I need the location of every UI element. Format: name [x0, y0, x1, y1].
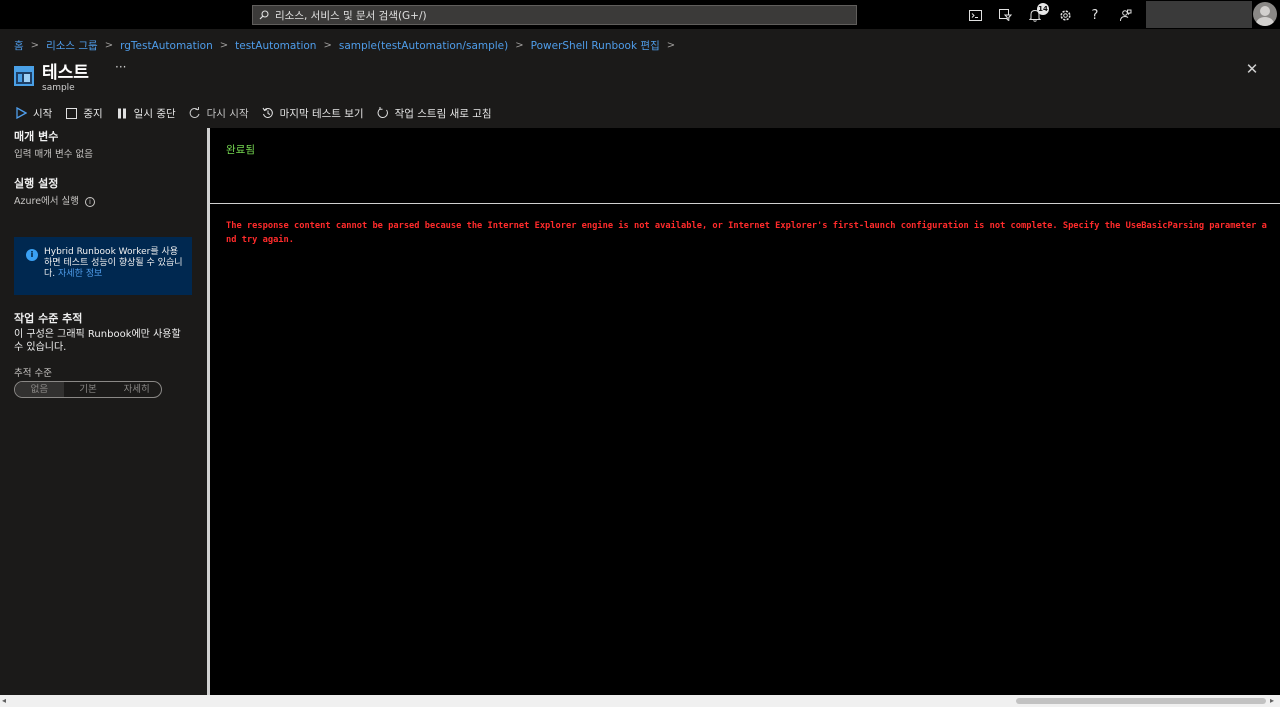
- trace-level-detailed[interactable]: 자세히: [112, 382, 161, 397]
- start-label: 시작: [33, 107, 53, 120]
- chevron-right-icon: >: [104, 40, 114, 51]
- redo-icon: [188, 106, 202, 120]
- directory-filter-icon[interactable]: [990, 5, 1020, 25]
- help-icon[interactable]: ?: [1080, 5, 1110, 25]
- trace-level-none[interactable]: 없음: [15, 382, 64, 397]
- global-search-input[interactable]: 리소스, 서비스 및 문서 검색(G+/): [252, 5, 857, 25]
- breadcrumb: 홈 > 리소스 그룹 > rgTestAutomation > testAutomat…: [14, 38, 682, 53]
- breadcrumb-automation-account[interactable]: testAutomation: [235, 40, 316, 52]
- scroll-right-icon[interactable]: ▸: [1270, 696, 1274, 705]
- history-icon: [261, 106, 275, 120]
- view-last-test-button[interactable]: 마지막 테스트 보기: [261, 106, 364, 121]
- view-last-test-label: 마지막 테스트 보기: [279, 107, 364, 120]
- hybrid-worker-info-banner: i Hybrid Runbook Worker를 사용하면 테스트 성능이 향상…: [14, 237, 192, 295]
- search-icon: [259, 10, 269, 20]
- chevron-right-icon: >: [323, 40, 332, 51]
- feedback-icon[interactable]: [1110, 5, 1140, 25]
- notifications-icon[interactable]: 14: [1020, 3, 1050, 25]
- toolbar: 시작 중지 일시 중단 다시 시작 마지막 테스트 보기 작업 스트림 새로 고…: [14, 105, 504, 121]
- trace-level-label: 추적 수준: [14, 368, 52, 379]
- resume-label: 다시 시작: [206, 107, 249, 120]
- page-title: 테스트: [42, 63, 89, 83]
- breadcrumb-resource-group[interactable]: rgTestAutomation: [120, 40, 213, 52]
- breadcrumb-runbook[interactable]: sample(testAutomation/sample): [339, 40, 508, 52]
- refresh-job-streams-label: 작업 스트림 새로 고침: [394, 107, 492, 120]
- trace-level-selector[interactable]: 없음 기본 자세히: [14, 381, 162, 398]
- parameters-heading: 매개 변수: [14, 130, 59, 143]
- settings-icon[interactable]: [1050, 5, 1080, 25]
- top-bar: 리소스, 서비스 및 문서 검색(G+/) 14 ?: [0, 0, 1280, 29]
- avatar[interactable]: [1253, 2, 1277, 26]
- breadcrumb-edit-runbook[interactable]: PowerShell Runbook 편집: [531, 38, 660, 53]
- cloud-shell-icon[interactable]: [960, 5, 990, 25]
- horizontal-scrollbar[interactable]: ◂ ▸: [0, 695, 1280, 707]
- trace-level-basic[interactable]: 기본: [64, 382, 113, 397]
- stop-icon: [64, 106, 78, 120]
- test-pane-icon: [14, 66, 34, 86]
- close-button[interactable]: ✕: [1245, 62, 1259, 77]
- run-on-azure-row: Azure에서 실행 i: [14, 193, 96, 207]
- activity-trace-heading: 작업 수준 추적: [14, 312, 83, 325]
- pause-icon: [115, 106, 129, 120]
- parameters-text: 입력 매개 변수 없음: [14, 149, 93, 160]
- account-name-blurred[interactable]: [1146, 1, 1252, 28]
- search-placeholder: 리소스, 서비스 및 문서 검색(G+/): [275, 9, 427, 22]
- play-icon: [14, 106, 28, 120]
- test-settings-panel: 매개 변수 입력 매개 변수 없음 실행 설정 Azure에서 실행 i i Hy…: [0, 128, 207, 695]
- chevron-right-icon: >: [219, 40, 229, 51]
- scroll-left-icon[interactable]: ◂: [2, 696, 6, 705]
- breadcrumb-home[interactable]: 홈: [14, 38, 24, 53]
- breadcrumb-resource-groups[interactable]: 리소스 그룹: [46, 38, 98, 53]
- activity-trace-text: 이 구성은 그래픽 Runbook에만 사용할 수 있습니다.: [14, 329, 181, 353]
- pause-button[interactable]: 일시 중단: [115, 106, 176, 121]
- run-settings-heading: 실행 설정: [14, 177, 59, 190]
- job-status-text: 완료됨: [226, 144, 255, 156]
- page-subtitle: sample: [42, 83, 75, 93]
- stop-label: 중지: [83, 107, 103, 120]
- pause-label: 일시 중단: [133, 107, 176, 120]
- info-circle-icon: i: [26, 249, 38, 261]
- notification-count-badge: 14: [1037, 3, 1049, 15]
- refresh-job-streams-button[interactable]: 작업 스트림 새로 고침: [376, 106, 492, 121]
- help-glyph: ?: [1091, 7, 1099, 23]
- more-options-button[interactable]: ···: [115, 60, 126, 74]
- error-message: The response content cannot be parsed be…: [226, 221, 1267, 245]
- chevron-right-icon: >: [515, 40, 524, 51]
- resume-button[interactable]: 다시 시작: [188, 106, 249, 121]
- info-icon[interactable]: i: [85, 196, 96, 207]
- run-on-azure-text: Azure에서 실행: [14, 196, 80, 207]
- chevron-right-icon: >: [30, 40, 40, 51]
- start-button[interactable]: 시작: [14, 106, 52, 121]
- scrollbar-thumb[interactable]: [1016, 698, 1266, 704]
- job-status-area: 완료됨: [210, 128, 1280, 203]
- stop-button[interactable]: 중지: [64, 106, 103, 121]
- job-output-console: The response content cannot be parsed be…: [210, 204, 1280, 695]
- chevron-right-icon: >: [666, 40, 676, 51]
- refresh-icon: [376, 106, 390, 120]
- learn-more-link[interactable]: 자세한 정보: [58, 269, 102, 279]
